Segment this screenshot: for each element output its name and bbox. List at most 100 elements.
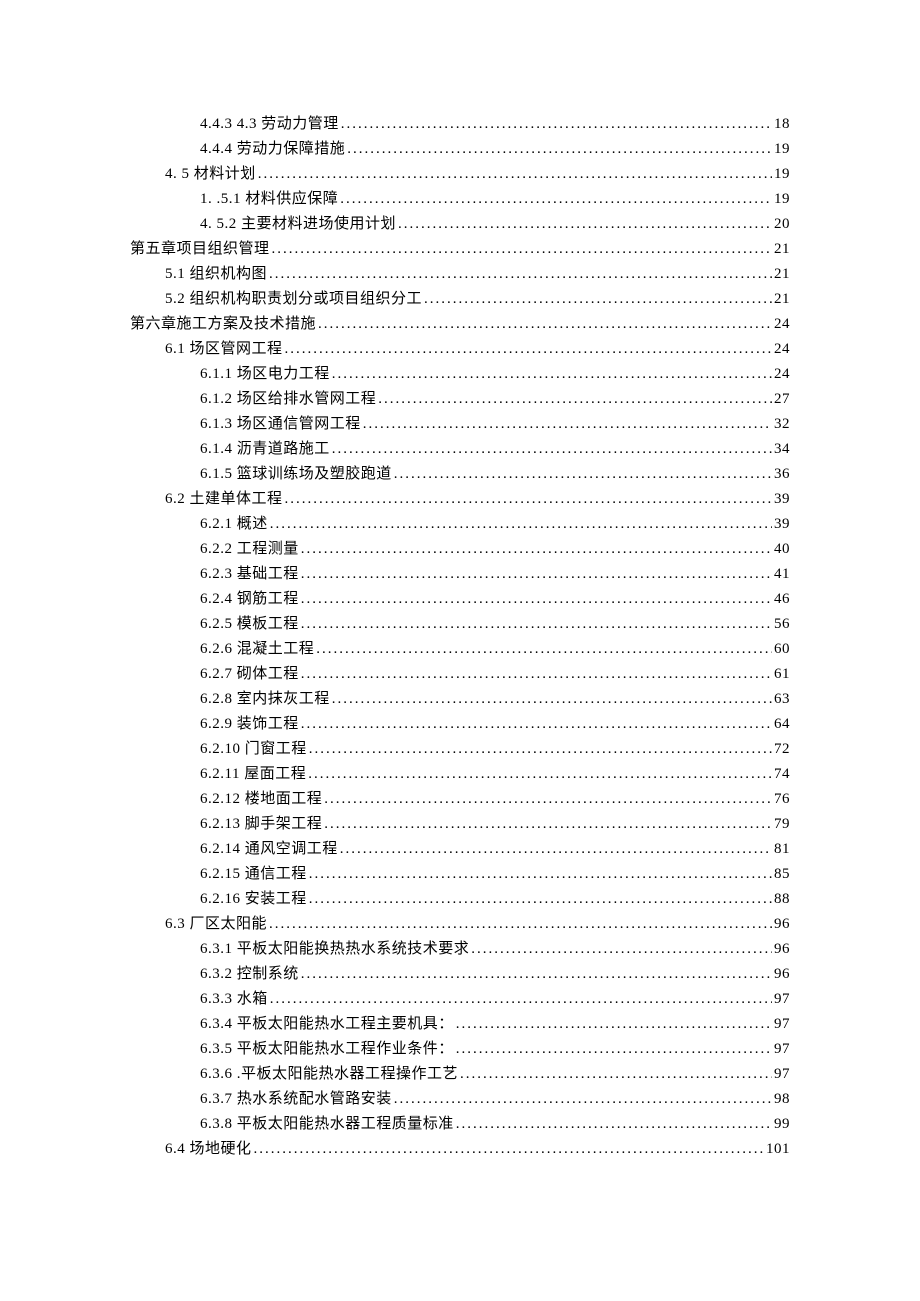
toc-entry-page: 97 <box>774 1037 790 1062</box>
toc-entry-page: 61 <box>774 662 790 687</box>
toc-entry[interactable]: 6.2.13 脚手架工程 79 <box>130 812 790 837</box>
toc-entry[interactable]: 5.2 组织机构职责划分或项目组织分工 21 <box>130 287 790 312</box>
toc-leader-dots <box>471 937 772 962</box>
toc-entry-label: 6.2.7 砌体工程 <box>200 662 299 687</box>
toc-entry-page: 79 <box>774 812 790 837</box>
toc-entry-label: 6.2.13 脚手架工程 <box>200 812 322 837</box>
toc-entry-page: 97 <box>774 1062 790 1087</box>
toc-leader-dots <box>398 212 772 237</box>
toc-entry-page: 96 <box>774 937 790 962</box>
toc-entry[interactable]: 6.1.3 场区通信管网工程 32 <box>130 412 790 437</box>
toc-entry[interactable]: 6.1.2 场区给排水管网工程 27 <box>130 387 790 412</box>
toc-entry[interactable]: 6.1 场区管网工程 24 <box>130 337 790 362</box>
toc-leader-dots <box>301 537 772 562</box>
toc-entry-label: 6.2.16 安装工程 <box>200 887 307 912</box>
toc-entry[interactable]: 6.2.9 装饰工程 64 <box>130 712 790 737</box>
toc-entry[interactable]: 6.2.7 砌体工程 61 <box>130 662 790 687</box>
toc-entry-page: 39 <box>774 512 790 537</box>
toc-leader-dots <box>347 137 772 162</box>
toc-entry[interactable]: 6.2.10 门窗工程 72 <box>130 737 790 762</box>
toc-entry-label: 6.4 场地硬化 <box>165 1137 252 1162</box>
toc-entry[interactable]: 第六章施工方案及技术措施 24 <box>130 312 790 337</box>
toc-entry[interactable]: 6.2.12 楼地面工程 76 <box>130 787 790 812</box>
toc-entry[interactable]: 6.1.4 沥青道路施工 34 <box>130 437 790 462</box>
toc-entry-label: 4. 5.2 主要材料进场使用计划 <box>200 212 396 237</box>
toc-entry[interactable]: 6.3.5 平板太阳能热水工程作业条件： 97 <box>130 1037 790 1062</box>
toc-entry-page: 96 <box>774 962 790 987</box>
toc-leader-dots <box>269 262 772 287</box>
toc-entry[interactable]: 6.2.3 基础工程 41 <box>130 562 790 587</box>
toc-entry[interactable]: 6.1.5 篮球训练场及塑胶跑道 36 <box>130 462 790 487</box>
toc-entry[interactable]: 第五章项目组织管理 21 <box>130 237 790 262</box>
toc-leader-dots <box>324 812 772 837</box>
toc-entry[interactable]: 4.4.4 劳动力保障措施19 <box>130 137 790 162</box>
toc-entry[interactable]: 1. .5.1 材料供应保障19 <box>130 187 790 212</box>
toc-entry-label: 6.2.12 楼地面工程 <box>200 787 322 812</box>
toc-leader-dots <box>340 837 772 862</box>
toc-entry[interactable]: 4.4.3 4.3 劳动力管理18 <box>130 112 790 137</box>
toc-leader-dots <box>316 637 772 662</box>
toc-entry-page: 98 <box>774 1087 790 1112</box>
toc-leader-dots <box>270 987 772 1012</box>
toc-entry[interactable]: 6.2.11 屋面工程 74 <box>130 762 790 787</box>
toc-entry-label: 6.3.8 平板太阳能热水器工程质量标准 <box>200 1112 454 1137</box>
toc-entry[interactable]: 6.1.1 场区电力工程 24 <box>130 362 790 387</box>
toc-entry[interactable]: 6.2.8 室内抹灰工程 63 <box>130 687 790 712</box>
toc-leader-dots <box>378 387 772 412</box>
toc-entry-label: 6.2.3 基础工程 <box>200 562 299 587</box>
toc-entry-page: 99 <box>774 1112 790 1137</box>
toc-entry-label: 6.2.11 屋面工程 <box>200 762 306 787</box>
toc-leader-dots <box>254 1137 764 1162</box>
toc-entry[interactable]: 6.3.8 平板太阳能热水器工程质量标准 99 <box>130 1112 790 1137</box>
toc-entry-label: 6.3.6 .平板太阳能热水器工程操作工艺 <box>200 1062 458 1087</box>
toc-entry-label: 6.1.1 场区电力工程 <box>200 362 330 387</box>
toc-entry[interactable]: 6.2.4 钢筋工程 46 <box>130 587 790 612</box>
toc-leader-dots <box>456 1037 772 1062</box>
toc-entry[interactable]: 6.2.2 工程测量 40 <box>130 537 790 562</box>
toc-entry[interactable]: 6.3.2 控制系统 96 <box>130 962 790 987</box>
toc-entry-label: 1. .5.1 材料供应保障 <box>200 187 338 212</box>
toc-entry[interactable]: 5.1 组织机构图 21 <box>130 262 790 287</box>
toc-entry[interactable]: 6.2 土建单体工程 39 <box>130 487 790 512</box>
toc-entry-label: 4.4.3 4.3 劳动力管理 <box>200 112 339 137</box>
toc-entry[interactable]: 6.3.3 水箱 97 <box>130 987 790 1012</box>
toc-entry-label: 第六章施工方案及技术措施 <box>130 312 316 337</box>
toc-entry-label: 6.3.1 平板太阳能换热热水系统技术要求 <box>200 937 469 962</box>
toc-entry[interactable]: 6.3 厂区太阳能 96 <box>130 912 790 937</box>
toc-entry[interactable]: 6.3.1 平板太阳能换热热水系统技术要求 96 <box>130 937 790 962</box>
toc-entry-label: 6.2 土建单体工程 <box>165 487 283 512</box>
toc-entry-page: 39 <box>774 487 790 512</box>
toc-entry-page: 96 <box>774 912 790 937</box>
toc-entry[interactable]: 6.2.1 概述 39 <box>130 512 790 537</box>
toc-entry[interactable]: 4. 5.2 主要材料进场使用计划 20 <box>130 212 790 237</box>
toc-entry[interactable]: 6.2.5 模板工程 56 <box>130 612 790 637</box>
toc-entry-label: 6.2.9 装饰工程 <box>200 712 299 737</box>
toc-entry-label: 6.3.4 平板太阳能热水工程主要机具： <box>200 1012 454 1037</box>
toc-entry-label: 6.2.1 概述 <box>200 512 268 537</box>
toc-entry-label: 6.2.10 门窗工程 <box>200 737 307 762</box>
toc-entry[interactable]: 4. 5 材料计划 19 <box>130 162 790 187</box>
toc-leader-dots <box>318 312 772 337</box>
toc-entry[interactable]: 6.3.6 .平板太阳能热水器工程操作工艺 97 <box>130 1062 790 1087</box>
toc-entry-label: 6.2.8 室内抹灰工程 <box>200 687 330 712</box>
toc-entry-page: 76 <box>774 787 790 812</box>
toc-entry-page: 81 <box>774 837 790 862</box>
toc-entry[interactable]: 6.2.16 安装工程 88 <box>130 887 790 912</box>
toc-entry[interactable]: 6.2.15 通信工程 85 <box>130 862 790 887</box>
toc-entry-label: 6.3.3 水箱 <box>200 987 268 1012</box>
toc-entry[interactable]: 6.2.14 通风空调工程 81 <box>130 837 790 862</box>
toc-entry-label: 4. 5 材料计划 <box>165 162 256 187</box>
toc-entry-label: 6.1.3 场区通信管网工程 <box>200 412 361 437</box>
toc-leader-dots <box>363 412 772 437</box>
toc-entry[interactable]: 6.3.4 平板太阳能热水工程主要机具： 97 <box>130 1012 790 1037</box>
toc-entry-page: 19 <box>774 137 790 162</box>
toc-leader-dots <box>394 462 772 487</box>
toc-entry[interactable]: 6.4 场地硬化 101 <box>130 1137 790 1162</box>
toc-entry[interactable]: 6.2.6 混凝土工程 60 <box>130 637 790 662</box>
toc-entry-page: 20 <box>774 212 790 237</box>
toc-entry-label: 6.1 场区管网工程 <box>165 337 283 362</box>
toc-entry-label: 6.3.7 热水系统配水管路安装 <box>200 1087 392 1112</box>
toc-entry[interactable]: 6.3.7 热水系统配水管路安装 98 <box>130 1087 790 1112</box>
toc-leader-dots <box>301 587 772 612</box>
toc-entry-label: 6.2.2 工程测量 <box>200 537 299 562</box>
